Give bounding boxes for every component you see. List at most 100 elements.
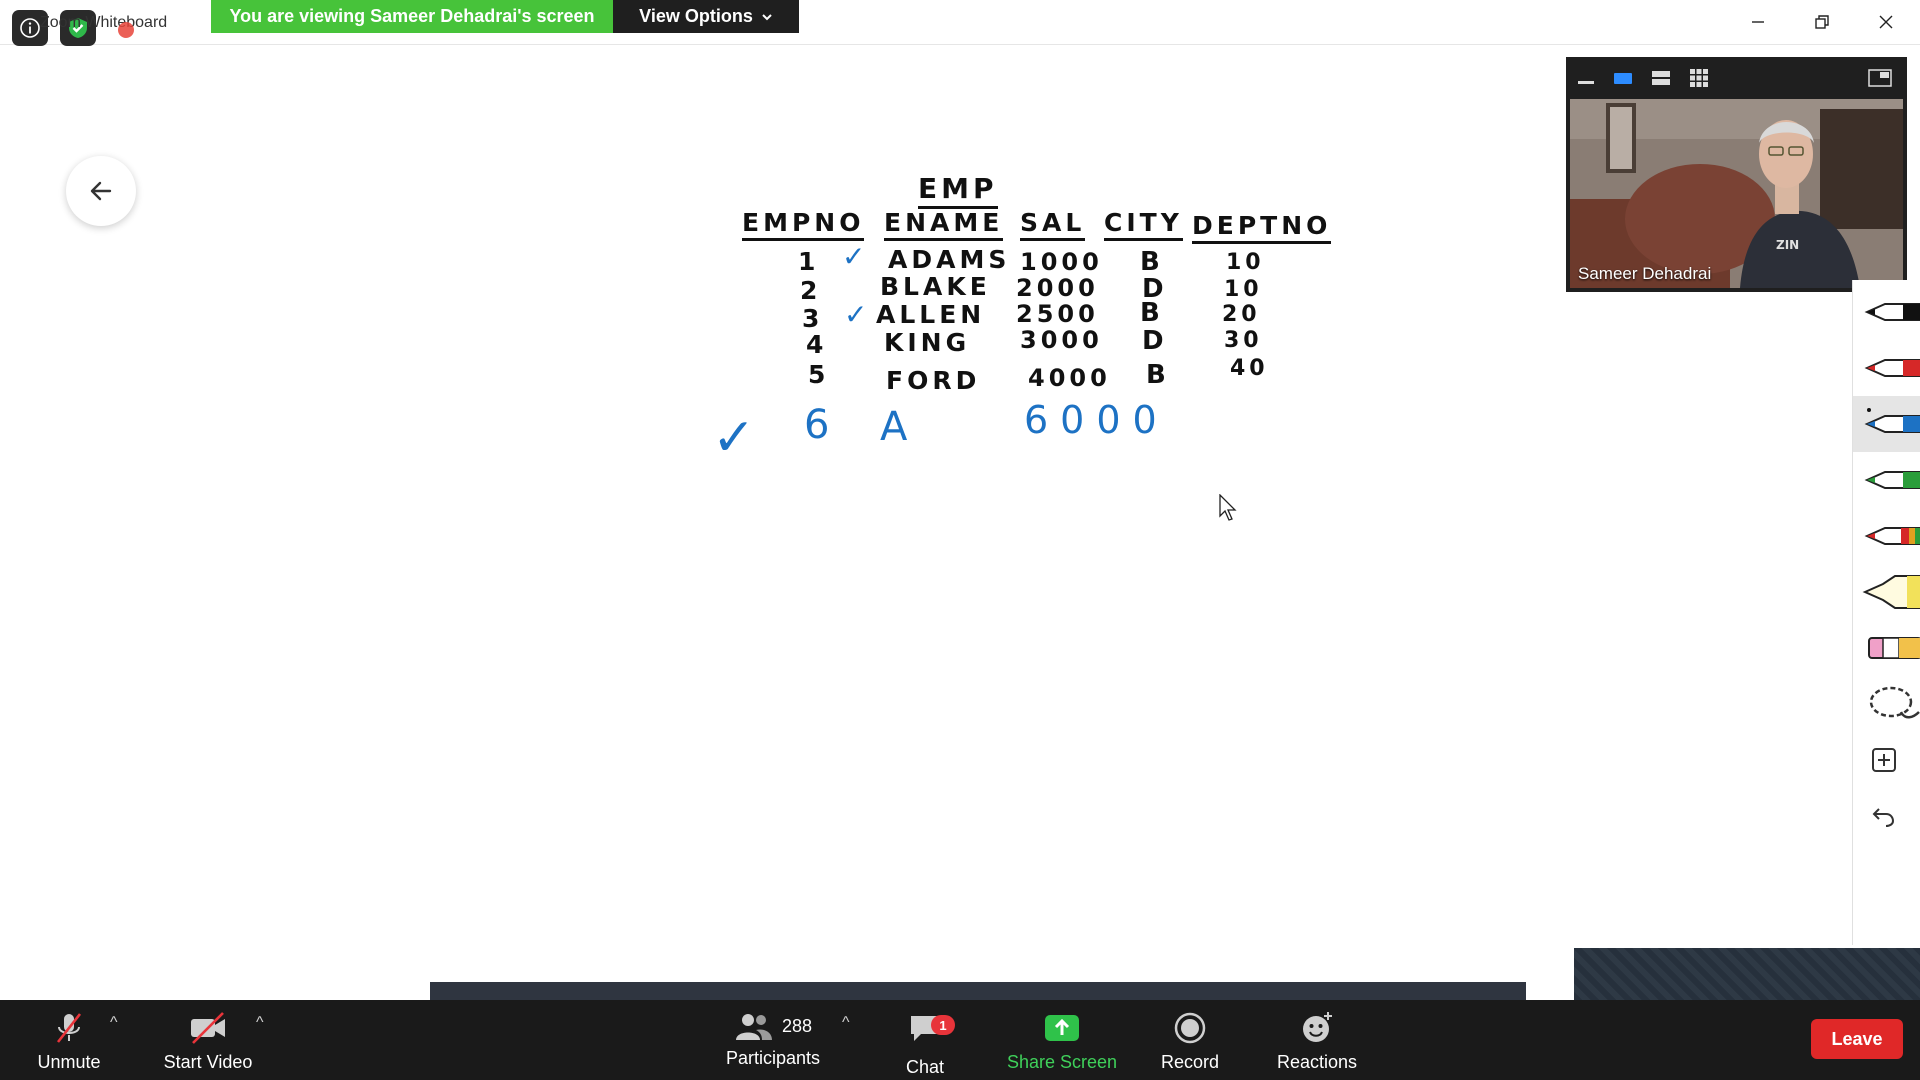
audio-options-caret-icon[interactable]: ^ [110, 1014, 118, 1032]
multicolor-marker-tool[interactable] [1853, 508, 1920, 564]
blue-marker-tool[interactable] [1853, 396, 1920, 452]
share-screen-icon [1045, 1015, 1079, 1041]
cell-city: B [1140, 298, 1164, 328]
chevron-down-icon [762, 13, 772, 20]
view-options-button[interactable]: View Options [613, 0, 799, 33]
minimize-video-icon[interactable] [1576, 68, 1596, 88]
start-video-button[interactable]: Start Video [156, 1000, 260, 1080]
strip-view-icon[interactable] [1650, 68, 1672, 88]
shared-screen-edge [430, 982, 1526, 1000]
viewing-banner: You are viewing Sameer Dehadrai's screen [211, 0, 613, 33]
undo-icon [1872, 808, 1895, 827]
close-icon [1879, 15, 1893, 29]
restore-button[interactable] [1797, 4, 1847, 40]
record-button[interactable]: Record [1150, 1000, 1230, 1080]
new-empno: 6 [804, 402, 834, 448]
cell-city: D [1142, 326, 1168, 356]
header-sal: SAL [1020, 208, 1086, 241]
share-screen-label: Share Screen [1006, 1052, 1118, 1072]
header-ename: ENAME [884, 208, 1004, 241]
view-options-label: View Options [639, 6, 753, 26]
video-thumbnail-panel[interactable]: ZIN Sameer Dehadrai [1566, 57, 1907, 292]
restore-icon [1815, 15, 1829, 29]
undo-button[interactable] [1853, 788, 1920, 844]
chat-label: Chat [905, 1057, 945, 1077]
green-marker-tool[interactable] [1853, 452, 1920, 508]
check-mark: ✓ [842, 240, 870, 273]
cell-sal: 3000 [1020, 326, 1103, 354]
red-marker-tool[interactable] [1853, 340, 1920, 396]
participant-name-label: Sameer Dehadrai [1578, 264, 1712, 283]
cell-ename: BLAKE [880, 272, 991, 301]
new-sal: 6000 [1024, 398, 1169, 442]
lasso-icon [1869, 686, 1920, 719]
header-city: CITY [1104, 208, 1183, 241]
cell-empno: 3 [802, 304, 824, 333]
cell-deptno: 10 [1224, 277, 1263, 302]
cell-empno: 4 [806, 330, 828, 359]
participants-button[interactable]: 288 Participants [718, 1000, 828, 1080]
highlighter-tool[interactable] [1853, 564, 1920, 620]
participants-caret-icon[interactable]: ^ [842, 1014, 850, 1032]
title-bar: Zoom Whiteboard You are viewing Sameer D… [0, 0, 1920, 46]
eraser-tool[interactable] [1853, 620, 1920, 676]
unmute-label: Unmute [37, 1052, 101, 1072]
participants-label: Participants [725, 1048, 821, 1068]
speaker-view-icon[interactable] [1612, 68, 1634, 88]
window-title: Zoom Whiteboard [40, 14, 168, 31]
close-button[interactable] [1861, 4, 1911, 40]
shared-screen-edge [1574, 948, 1920, 1000]
video-frame-image: ZIN [1570, 99, 1903, 288]
cell-ename: KING [884, 328, 971, 357]
reactions-button[interactable]: Reactions [1264, 1000, 1370, 1080]
cell-empno: 5 [808, 360, 830, 389]
gallery-view-icon[interactable] [1688, 67, 1710, 89]
share-screen-button[interactable]: Share Screen [996, 1000, 1128, 1080]
table-title: EMP [918, 172, 998, 209]
cell-ename: FORD [886, 366, 981, 395]
participants-icon [735, 1014, 772, 1040]
unmute-button[interactable]: Unmute [24, 1000, 114, 1080]
video-options-caret-icon[interactable]: ^ [256, 1014, 264, 1032]
red-marker-icon [1864, 359, 1920, 377]
leave-button[interactable]: Leave [1811, 1019, 1903, 1059]
microphone-muted-icon [56, 1013, 82, 1043]
participants-count: 288 [781, 1015, 813, 1036]
video-view-toolbar [1566, 57, 1907, 99]
cell-sal: 2000 [1016, 274, 1099, 302]
minimize-icon [1752, 21, 1764, 23]
record-icon [1174, 1012, 1206, 1044]
minimize-button[interactable] [1733, 4, 1783, 40]
cell-empno: 1 [798, 247, 820, 276]
cell-ename: ALLEN [876, 300, 986, 329]
back-button[interactable] [66, 156, 136, 226]
new-ename: A [880, 404, 912, 450]
cell-sal: 1000 [1020, 248, 1103, 276]
cell-deptno: 40 [1230, 356, 1269, 381]
blue-marker-icon [1864, 408, 1920, 433]
smiley-add-icon [1303, 1012, 1332, 1042]
reactions-label: Reactions [1276, 1052, 1358, 1072]
lasso-tool[interactable] [1853, 676, 1920, 732]
chat-button[interactable]: 1 Chat [886, 1000, 964, 1080]
cell-deptno: 20 [1222, 302, 1261, 327]
check-mark: ✓ [844, 298, 872, 331]
meeting-controls-bar: Unmute ^ Start Video ^ 288 Participants … [0, 1000, 1920, 1080]
video-camera-off-icon [191, 1012, 225, 1044]
pip-view-icon[interactable] [1868, 68, 1892, 88]
highlighter-icon [1862, 575, 1920, 609]
chat-unread-badge: 1 [931, 1015, 955, 1035]
mouse-cursor-icon [1219, 494, 1237, 521]
black-marker-tool[interactable] [1853, 284, 1920, 340]
header-empno: EMPNO [742, 208, 865, 241]
cell-deptno: 30 [1224, 328, 1263, 353]
cell-sal: 2500 [1016, 300, 1099, 328]
eraser-icon [1868, 637, 1920, 659]
cell-city: B [1140, 247, 1164, 277]
cell-ename: ADAMS [888, 245, 1011, 274]
check-mark: ✓ [712, 408, 760, 468]
participant-video: ZIN Sameer Dehadrai [1570, 99, 1903, 288]
cell-sal: 4000 [1028, 364, 1111, 392]
green-marker-icon [1864, 471, 1920, 489]
add-page-button[interactable] [1853, 732, 1920, 788]
